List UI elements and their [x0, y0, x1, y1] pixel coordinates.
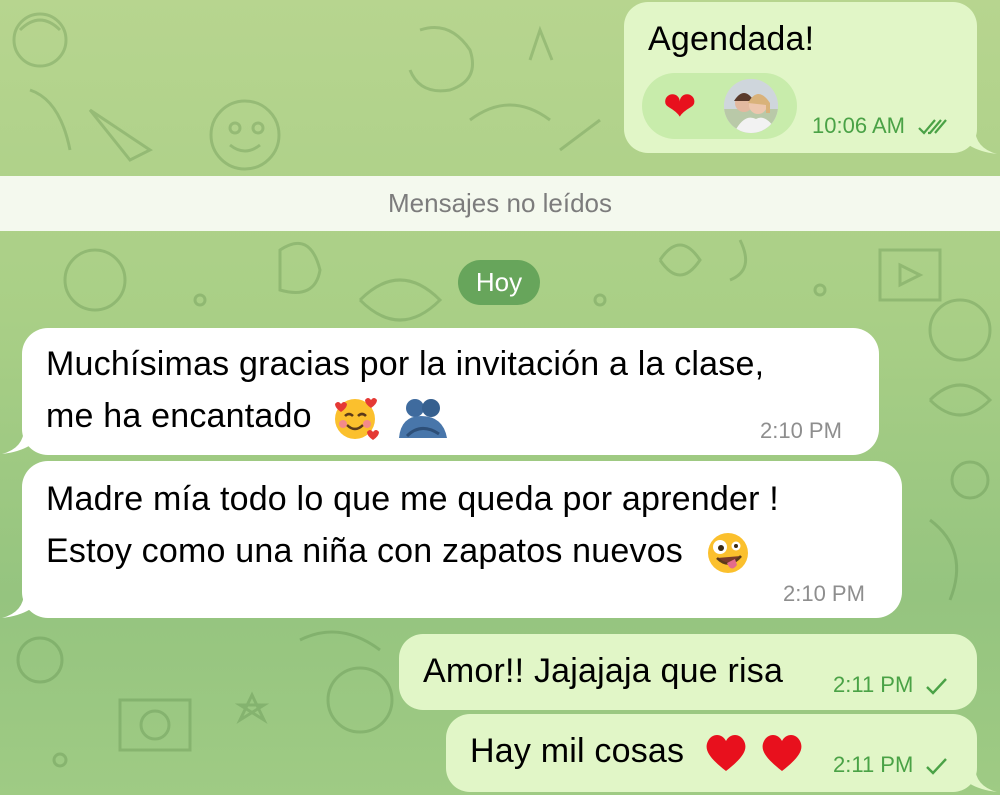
check-icon: [926, 678, 948, 695]
unread-messages-divider: Mensajes no leídos: [0, 176, 1000, 231]
date-separator: Hoy: [458, 260, 540, 305]
red-heart-icon: [706, 735, 746, 772]
message-text: Hay mil cosas: [470, 732, 685, 770]
message-text: me ha encantado: [46, 397, 312, 435]
bubble-tail: [2, 428, 45, 454]
message-text-line-2: me ha encantado: [46, 390, 449, 443]
outgoing-message-bubble[interactable]: Amor!! Jajajaja que risa 2:11 PM: [399, 634, 977, 710]
zany-face-icon: [707, 533, 748, 574]
unread-label: Mensajes no leídos: [387, 188, 613, 218]
incoming-message-bubble[interactable]: Muchísimas gracias por la invitación a l…: [22, 328, 879, 455]
message-time: 2:11 PM: [833, 752, 949, 778]
message-text: Agendada!: [648, 20, 815, 58]
people-hugging-icon: [399, 399, 448, 439]
message-text-line: Hay mil cosas: [470, 725, 804, 778]
message-time: 2:10 PM: [783, 581, 865, 606]
avatar-photo-icon: [724, 79, 778, 133]
message-text-line-1: Muchísimas gracias por la invitación a l…: [46, 345, 765, 383]
bubble-tail: [2, 592, 45, 618]
red-heart-reaction-icon: ❤: [663, 85, 697, 129]
avatar[interactable]: [724, 79, 778, 133]
bubble-tail: [955, 128, 997, 154]
smiling-face-with-hearts-icon: [335, 398, 380, 441]
message-time: 2:10 PM: [760, 418, 842, 443]
red-heart-icon: [762, 735, 801, 772]
message-text: Amor!! Jajajaja que risa: [423, 652, 784, 690]
message-time: 2:11 PM: [833, 672, 949, 698]
date-label: Hoy: [475, 267, 523, 297]
double-check-icon: [918, 119, 947, 135]
check-icon: [926, 758, 948, 775]
message-text: Estoy como una niña con zapatos nuevos: [46, 532, 683, 570]
message-text-line-2: Estoy como una niña con zapatos nuevos: [46, 525, 751, 578]
incoming-message-bubble[interactable]: Madre mía todo lo que me queda por apren…: [22, 461, 902, 618]
bubble-tail: [955, 766, 997, 792]
message-time: 10:06 AM: [812, 113, 949, 139]
message-reactions[interactable]: ❤: [642, 73, 797, 139]
message-text-line-1: Madre mía todo lo que me queda por apren…: [46, 480, 779, 518]
outgoing-message-bubble[interactable]: Hay mil cosas 2:11 PM: [446, 714, 977, 792]
